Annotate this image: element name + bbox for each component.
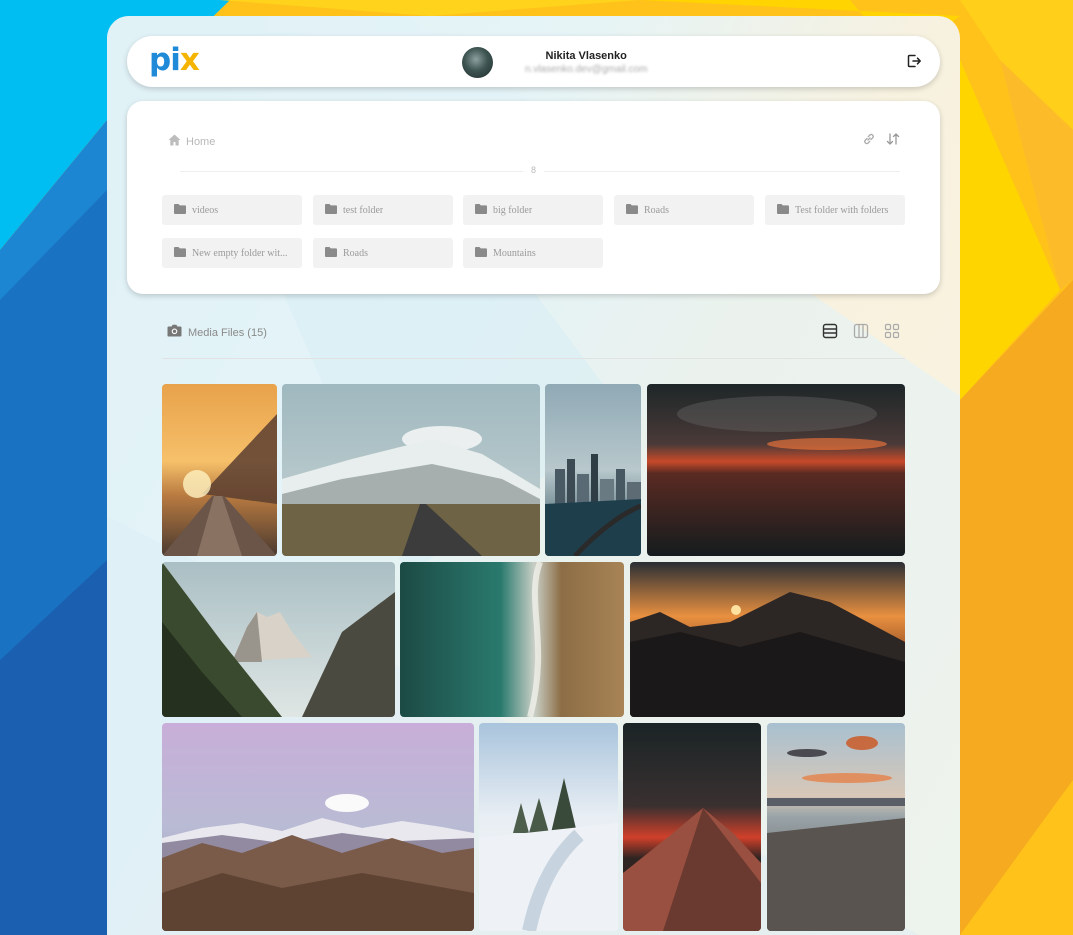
photo-snowy-path-trees[interactable] <box>479 723 618 931</box>
top-bar: pix Nikita Vlasenko n.vlasenko.dev@gmail… <box>127 36 940 87</box>
photo-road-sunset[interactable] <box>162 384 277 556</box>
avatar[interactable] <box>462 46 493 78</box>
home-icon <box>168 133 181 151</box>
folder-icon <box>325 201 337 219</box>
folder-icon <box>325 244 337 262</box>
folder-label: Roads <box>644 204 669 216</box>
grid-view-icon[interactable] <box>884 323 900 344</box>
photo-dolomites-peaks[interactable] <box>162 562 395 717</box>
folder-icon <box>174 201 186 219</box>
folder-item[interactable]: videos <box>162 195 302 225</box>
photo-mountain-sunset-silhouette[interactable] <box>630 562 905 717</box>
view-mode-switcher <box>822 323 900 344</box>
folder-icon <box>174 244 186 262</box>
folder-icon <box>475 244 487 262</box>
sort-icon[interactable] <box>886 132 900 151</box>
folder-item[interactable]: Roads <box>614 195 754 225</box>
folder-icon <box>777 201 789 219</box>
folder-label: Mountains <box>493 247 536 259</box>
folder-item[interactable]: big folder <box>463 195 603 225</box>
folder-item[interactable]: test folder <box>313 195 453 225</box>
user-name: Nikita Vlasenko <box>545 49 627 62</box>
folder-label: Test folder with folders <box>795 204 889 216</box>
folder-item[interactable]: Mountains <box>463 238 603 268</box>
logout-icon[interactable] <box>906 53 922 69</box>
folder-label: Roads <box>343 247 368 259</box>
folder-item[interactable]: Roads <box>313 238 453 268</box>
folder-label: test folder <box>343 204 384 216</box>
user-email: n.vlasenko.dev@gmail.com <box>525 63 648 75</box>
columns-view-icon[interactable] <box>853 323 869 344</box>
folder-item[interactable]: Test folder with folders <box>765 195 905 225</box>
photo-red-sunset-sea[interactable] <box>647 384 905 556</box>
photo-city-skyline-lake[interactable] <box>545 384 641 556</box>
breadcrumb[interactable]: Home <box>168 133 215 151</box>
user-profile[interactable]: Nikita Vlasenko n.vlasenko.dev@gmail.com <box>462 46 647 78</box>
folder-icon <box>475 201 487 219</box>
media-files-label: Media Files (15) <box>188 327 267 339</box>
photo-snowy-mountain-road[interactable] <box>282 384 540 556</box>
folder-icon <box>626 201 638 219</box>
app-window: pix Nikita Vlasenko n.vlasenko.dev@gmail… <box>107 16 960 935</box>
breadcrumb-home-label: Home <box>186 136 216 148</box>
folder-label: videos <box>192 204 219 216</box>
link-icon[interactable] <box>862 132 876 151</box>
app-logo[interactable]: pix <box>149 42 200 78</box>
photo-aerial-beach[interactable] <box>400 562 624 717</box>
folder-label: New empty folder wit... <box>192 247 288 259</box>
folder-count: 8 <box>523 165 545 175</box>
camera-icon <box>167 324 182 342</box>
folder-label: big folder <box>493 204 533 216</box>
media-files-header: Media Files (15) <box>167 324 267 342</box>
photo-purple-sky-mountains[interactable] <box>162 723 474 931</box>
folder-item[interactable]: New empty folder wit... <box>162 238 302 268</box>
photo-red-mountain-ridge[interactable] <box>623 723 761 931</box>
photo-pebble-beach-sunset[interactable] <box>767 723 905 931</box>
rows-view-icon[interactable] <box>822 323 838 344</box>
folders-panel: Home 8 videos test folder big folder Roa… <box>127 101 940 294</box>
divider <box>162 358 905 359</box>
